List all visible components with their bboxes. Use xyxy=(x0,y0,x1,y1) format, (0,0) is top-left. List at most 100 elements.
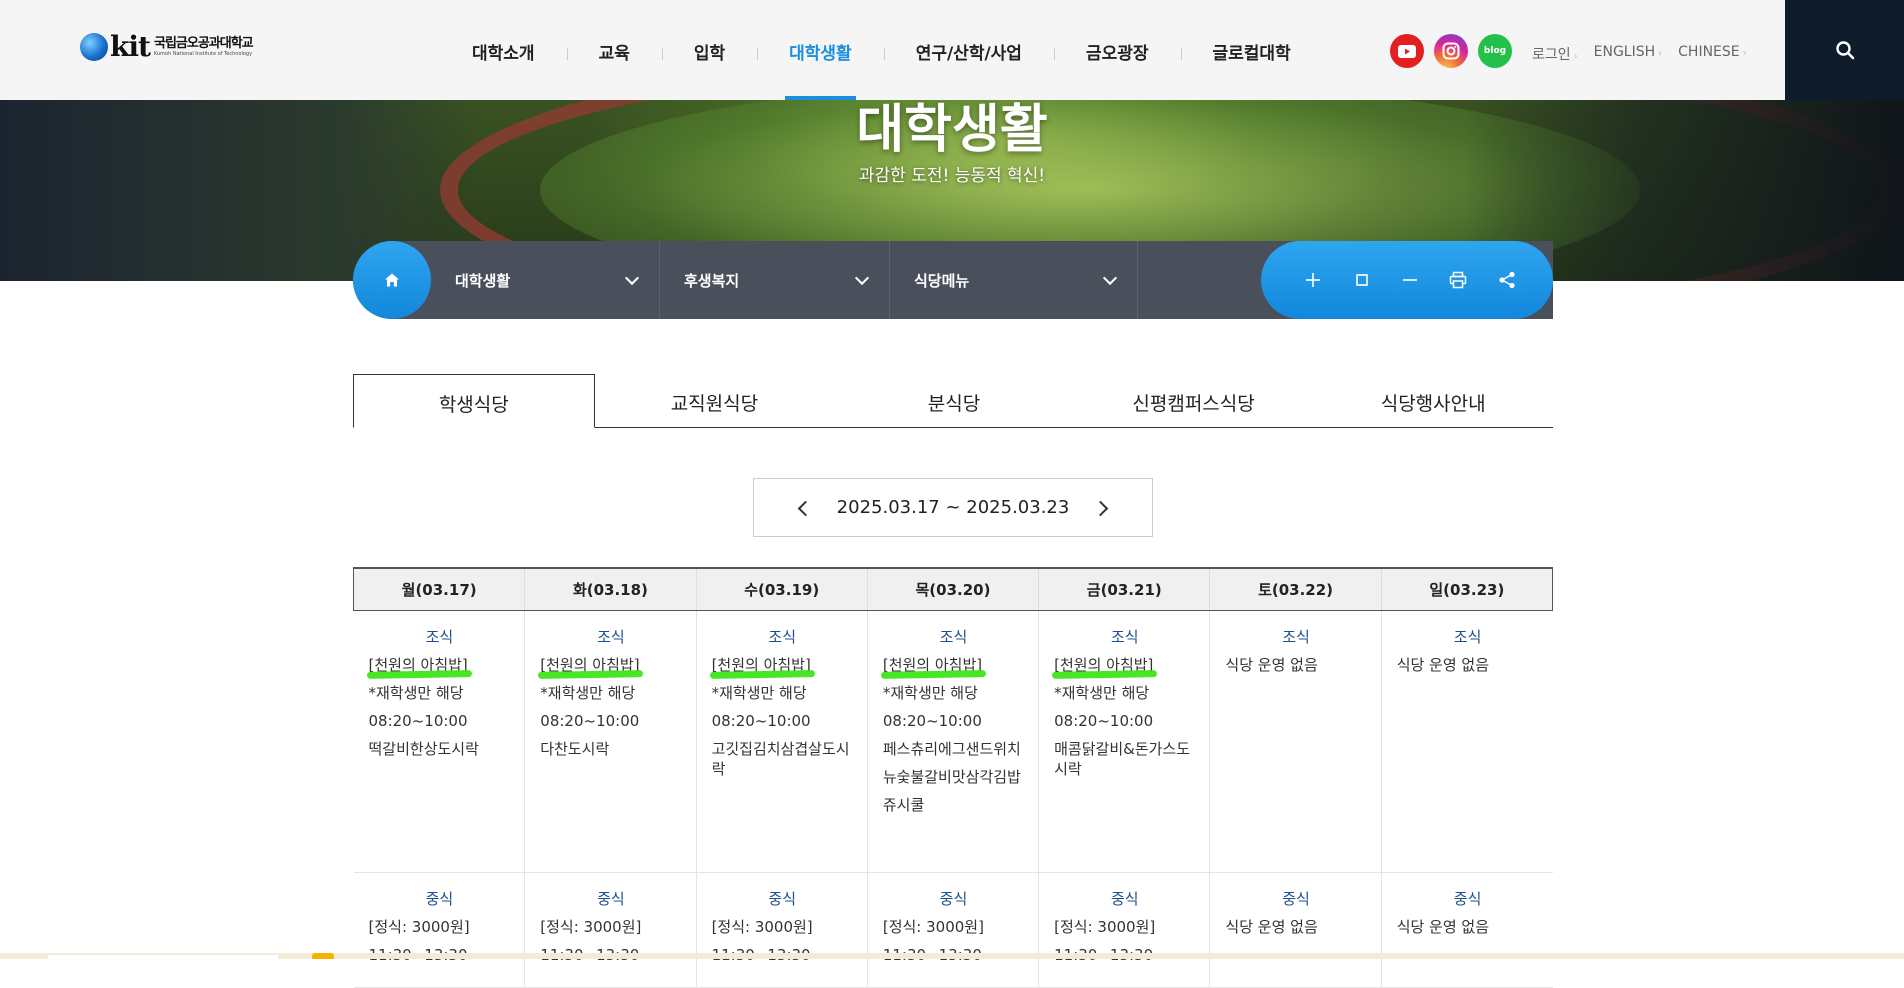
highlighted-text: [천원의 아침밥] xyxy=(882,655,983,674)
university-logo[interactable]: kit 국립금오공과대학교 Kumoh National Institute o… xyxy=(80,33,254,61)
tab-sinpyeong-cafeteria[interactable]: 신평캠퍼스식당 xyxy=(1074,374,1314,427)
nav-item-campus-life[interactable]: 대학생활 xyxy=(757,0,884,100)
zoom-reset-button[interactable] xyxy=(1351,269,1373,291)
highlighted-text: [천원의 아침밥] xyxy=(1054,655,1154,674)
sns-links: blog xyxy=(1390,34,1512,68)
location-bar: 대학생활 후생복지 식당메뉴 xyxy=(353,241,1553,319)
blog-icon[interactable]: blog xyxy=(1478,34,1512,68)
menu-item: [정식: 3000원] xyxy=(1054,917,1156,936)
nav-item-glocal[interactable]: 글로컬대학 xyxy=(1180,0,1323,100)
meal-label: 조식 xyxy=(1282,627,1310,646)
chevron-down-icon xyxy=(854,270,870,286)
menu-item: 08:20~10:00 xyxy=(540,711,640,730)
week-navigator: 2025.03.17 ~ 2025.03.23 xyxy=(753,478,1153,537)
taskbar-item xyxy=(48,955,278,959)
breakfast-cell-fri: 조식 [천원의 아침밥] *재학생만 해당 08:20~10:00 매콤닭갈비&… xyxy=(1038,610,1210,873)
day-header-sun: 일(03.23) xyxy=(1380,567,1554,611)
logo-globe-icon xyxy=(80,33,108,61)
menu-item: 식당 운영 없음 xyxy=(1225,917,1318,936)
chinese-label: CHINESE xyxy=(1678,44,1740,60)
location-depth2-dropdown[interactable]: 후생복지 xyxy=(660,241,890,319)
week-range: 2025.03.17 ~ 2025.03.23 xyxy=(836,497,1070,518)
menu-item: [천원의 아침밥] xyxy=(369,655,511,675)
logo-text: 국립금오공과대학교 Kumoh National Institute of Te… xyxy=(153,37,254,58)
plus-icon xyxy=(1306,273,1321,287)
meal-label: 중식 xyxy=(597,889,625,908)
day-header-tue: 화(03.18) xyxy=(524,567,697,611)
cafeteria-tabs: 학생식당 교직원식당 분식당 신평캠퍼스식당 식당행사안내 xyxy=(353,374,1553,428)
meal-label: 중식 xyxy=(768,889,796,908)
nav-item-admission[interactable]: 입학 xyxy=(661,0,757,100)
search-button[interactable] xyxy=(1785,0,1904,100)
menu-item: 08:20~10:00 xyxy=(882,711,982,730)
main-nav: 대학소개 교육 입학 대학생활 연구/산학/사업 금오광장 글로컬대학 xyxy=(440,0,1323,100)
menu-item: 식당 운영 없음 xyxy=(1396,655,1490,674)
menu-item: 페스츄리에그샌드위치 xyxy=(882,739,1021,758)
lunch-cell-sun: 중식 식당 운영 없음 xyxy=(1380,872,1553,988)
menu-item: 08:20~10:00 xyxy=(711,711,811,730)
square-icon xyxy=(1355,274,1368,286)
next-week-button[interactable] xyxy=(1092,500,1109,517)
menu-item: 고깃집김치삼겹살도시락 xyxy=(711,739,850,778)
menu-item: 식당 운영 없음 xyxy=(1396,917,1490,936)
location-depth1-label: 대학생활 xyxy=(455,271,511,290)
home-button[interactable] xyxy=(353,241,431,319)
youtube-icon[interactable] xyxy=(1390,34,1424,68)
zoom-in-button[interactable] xyxy=(1302,269,1324,291)
meal-label: 중식 xyxy=(1282,889,1310,908)
weekly-menu-table: 월(03.17) 화(03.18) 수(03.19) 목(03.20) 금(03… xyxy=(352,567,1554,988)
english-link[interactable]: ENGLISH › xyxy=(1594,44,1663,64)
location-depth1-dropdown[interactable]: 대학생활 xyxy=(431,241,660,319)
chevron-right-icon: › xyxy=(1658,48,1663,59)
tab-student-cafeteria[interactable]: 학생식당 xyxy=(353,374,595,428)
instagram-icon[interactable] xyxy=(1434,34,1468,68)
login-link[interactable]: 로그인 › xyxy=(1532,44,1578,64)
nav-item-research[interactable]: 연구/산학/사업 xyxy=(883,0,1054,100)
menu-item: *재학생만 해당 xyxy=(1054,683,1150,702)
tab-cafeteria-events[interactable]: 식당행사안내 xyxy=(1313,374,1553,427)
meal-label: 중식 xyxy=(425,889,454,908)
prev-week-button[interactable] xyxy=(797,500,814,517)
table-header-row: 월(03.17) 화(03.18) 수(03.19) 목(03.20) 금(03… xyxy=(352,567,1554,611)
location-depth3-dropdown[interactable]: 식당메뉴 xyxy=(890,241,1138,319)
nav-item-plaza[interactable]: 금오광장 xyxy=(1053,0,1181,100)
lunch-cell-thu: 중식 [정식: 3000원] 11:30~13:30 xyxy=(866,872,1039,988)
meal-label: 중식 xyxy=(1110,889,1139,908)
breakfast-cell-tue: 조식 [천원의 아침밥] *재학생만 해당 08:20~10:00 다찬도시락 xyxy=(524,610,697,873)
breakfast-cell-mon: 조식 [천원의 아침밥] *재학생만 해당 08:20~10:00 떡갈비한상도… xyxy=(353,610,525,873)
menu-item: 08:20~10:00 xyxy=(368,711,468,730)
highlighted-text: [천원의 아침밥] xyxy=(540,655,640,674)
menu-item: 다찬도시락 xyxy=(540,739,610,758)
lunch-cell-wed: 중식 [정식: 3000원] 11:30~13:30 xyxy=(695,872,868,988)
utility-links: 로그인 › ENGLISH › CHINESE › xyxy=(1532,44,1747,64)
menu-item: 식당 운영 없음 xyxy=(1225,655,1318,674)
menu-item: [정식: 3000원] xyxy=(540,917,642,936)
zoom-out-button[interactable] xyxy=(1399,269,1421,291)
day-header-mon: 월(03.17) xyxy=(352,567,525,611)
menu-item: *재학생만 해당 xyxy=(882,683,978,702)
page-tools xyxy=(1261,241,1553,319)
menu-item: [천원의 아침밥] xyxy=(540,655,681,675)
share-button[interactable] xyxy=(1496,269,1518,291)
page-subtitle: 과감한 도전! 능동적 혁신! xyxy=(858,166,1046,186)
menu-item: 08:20~10:00 xyxy=(1054,711,1154,730)
tab-snack-bar[interactable]: 분식당 xyxy=(834,374,1074,427)
location-depth3-label: 식당메뉴 xyxy=(914,271,970,290)
logo-name-en: Kumoh National Institute of Technology xyxy=(153,51,253,57)
taskbar-strip xyxy=(0,953,1904,959)
chinese-link[interactable]: CHINESE › xyxy=(1678,44,1746,64)
lunch-cell-mon: 중식 [정식: 3000원] 11:30~13:30 xyxy=(353,872,525,988)
menu-item: [천원의 아침밥] xyxy=(883,655,1024,675)
breakfast-cell-sat: 조식 식당 운영 없음 xyxy=(1209,610,1382,873)
day-header-sat: 토(03.22) xyxy=(1209,567,1382,611)
nav-item-about[interactable]: 대학소개 xyxy=(440,0,567,100)
print-icon xyxy=(1450,271,1467,289)
menu-item: 매콤닭갈비&돈가스도시락 xyxy=(1054,739,1191,778)
menu-item: 쥬시쿨 xyxy=(882,795,925,814)
taskbar-app-icon[interactable] xyxy=(312,953,334,959)
tab-staff-cafeteria[interactable]: 교직원식당 xyxy=(595,374,835,427)
print-button[interactable] xyxy=(1447,269,1469,291)
lunch-row: 중식 [정식: 3000원] 11:30~13:30 중식 [정식: 3000원… xyxy=(353,872,1553,988)
nav-item-education[interactable]: 교육 xyxy=(566,0,662,100)
blog-icon-label: blog xyxy=(1483,46,1507,56)
